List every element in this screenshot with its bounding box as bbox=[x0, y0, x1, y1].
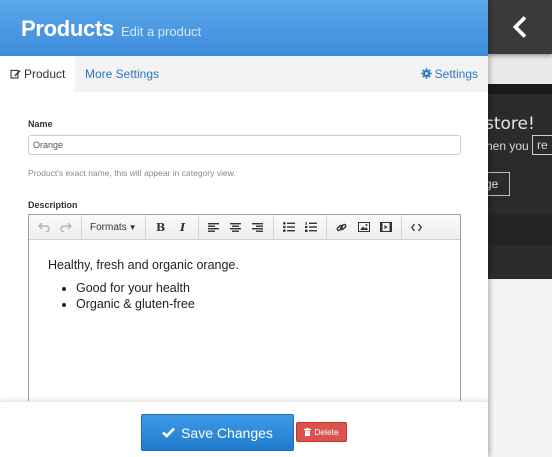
background-input[interactable]: re bbox=[532, 135, 552, 155]
insert-media-button[interactable] bbox=[375, 217, 397, 238]
redo-button[interactable] bbox=[55, 217, 77, 238]
list-item: Good for your health bbox=[76, 281, 460, 295]
tab-product-label: Product bbox=[24, 67, 66, 81]
insert-link-button[interactable] bbox=[331, 217, 353, 238]
description-label: Description bbox=[28, 200, 78, 210]
align-left-icon bbox=[208, 222, 220, 232]
bullet-list-icon bbox=[282, 222, 295, 232]
chevron-left-icon bbox=[512, 16, 527, 38]
redo-icon bbox=[60, 222, 72, 232]
italic-button[interactable]: I bbox=[172, 217, 194, 238]
editor-toolbar: Formats ▼ B I bbox=[29, 214, 460, 240]
save-changes-button[interactable]: Save Changes bbox=[141, 414, 294, 451]
image-icon bbox=[357, 222, 370, 232]
tab-settings[interactable]: Settings bbox=[420, 56, 478, 92]
save-changes-label: Save Changes bbox=[181, 424, 273, 441]
editor-content[interactable]: Healthy, fresh and organic orange. Good … bbox=[29, 240, 460, 311]
gear-icon bbox=[420, 68, 432, 79]
description-bullet-list: Good for your health Organic & gluten-fr… bbox=[76, 281, 460, 311]
background-banner: store! hen you re ge bbox=[488, 84, 552, 279]
numbered-list-icon bbox=[304, 222, 317, 232]
description-editor: Formats ▼ B I Healthy, fresh and organic… bbox=[28, 214, 461, 414]
bullet-list-button[interactable] bbox=[278, 217, 300, 238]
code-icon bbox=[411, 223, 423, 231]
name-input[interactable] bbox=[28, 135, 461, 155]
check-icon bbox=[162, 427, 176, 438]
media-icon bbox=[379, 222, 392, 232]
panel-footer: Save Changes Delete bbox=[0, 401, 488, 457]
name-label: Name bbox=[28, 119, 53, 129]
bold-button[interactable]: B bbox=[150, 217, 172, 238]
formats-label: Formats bbox=[90, 221, 127, 233]
align-center-icon bbox=[230, 222, 242, 232]
align-right-button[interactable] bbox=[247, 217, 269, 238]
align-right-icon bbox=[252, 222, 264, 232]
undo-icon bbox=[38, 222, 50, 232]
caret-down-icon: ▼ bbox=[128, 222, 137, 232]
align-center-button[interactable] bbox=[225, 217, 247, 238]
insert-image-button[interactable] bbox=[353, 217, 375, 238]
delete-button[interactable]: Delete bbox=[296, 422, 347, 442]
background-heading: store! bbox=[488, 114, 535, 134]
description-paragraph: Healthy, fresh and organic orange. bbox=[48, 258, 239, 272]
undo-button[interactable] bbox=[33, 217, 55, 238]
page-subtitle: Edit a product bbox=[120, 24, 202, 39]
list-item: Organic & gluten-free bbox=[76, 297, 460, 311]
back-button[interactable] bbox=[488, 0, 552, 54]
product-edit-panel: Products Edit a product Product More Set… bbox=[0, 0, 488, 457]
tab-product[interactable]: Product bbox=[0, 56, 75, 92]
tab-more-settings[interactable]: More Settings bbox=[85, 56, 159, 92]
tab-settings-label: Settings bbox=[434, 67, 478, 81]
trash-icon bbox=[304, 428, 312, 436]
edit-icon bbox=[10, 69, 21, 79]
tab-more-settings-label: More Settings bbox=[85, 67, 160, 81]
background-text: hen you bbox=[488, 139, 529, 153]
align-left-button[interactable] bbox=[203, 217, 225, 238]
background-button[interactable]: ge bbox=[488, 172, 510, 196]
page-title: Products bbox=[21, 16, 114, 41]
name-help-text: Product's exact name, this will appear i… bbox=[28, 168, 236, 178]
background-content bbox=[488, 288, 552, 457]
formats-dropdown[interactable]: Formats ▼ bbox=[86, 222, 141, 233]
tab-bar: Product More Settings Settings bbox=[0, 56, 488, 92]
numbered-list-button[interactable] bbox=[300, 217, 322, 238]
delete-label: Delete bbox=[314, 427, 339, 437]
background-page: store! hen you re ge bbox=[488, 0, 552, 457]
link-icon bbox=[336, 223, 347, 231]
source-code-button[interactable] bbox=[406, 217, 428, 238]
panel-header: Products Edit a product bbox=[0, 0, 488, 56]
